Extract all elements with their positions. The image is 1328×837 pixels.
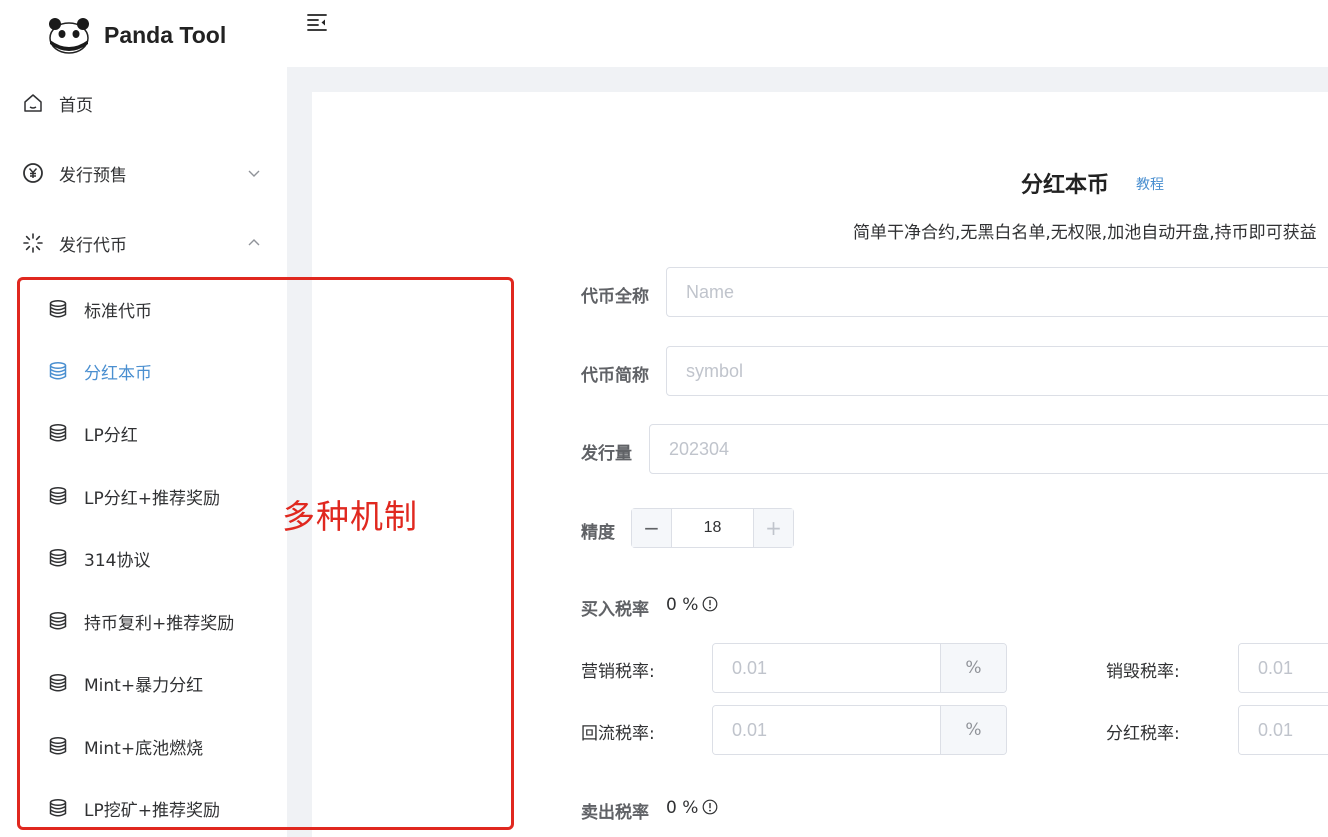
chevron-up-icon — [248, 239, 260, 246]
supply-input[interactable] — [649, 424, 1328, 474]
buy-tax-label: 买入税率 — [581, 600, 649, 620]
database-icon — [49, 798, 67, 817]
yen-coin-icon — [23, 163, 43, 183]
precision-increment-button[interactable]: + — [753, 509, 793, 547]
precision-input[interactable] — [672, 509, 753, 547]
submenu-label: LP分红+推荐奖励 — [84, 488, 220, 509]
supply-label: 发行量 — [581, 444, 632, 464]
submenu-label: 持币复利+推荐奖励 — [84, 613, 235, 634]
sell-tax-value: 0 % — [666, 798, 699, 818]
submenu-label: 314协议 — [84, 550, 151, 571]
app-root: Panda Tool 首页 发行预售 发行代币 标准代币 分红本币 LP分红 L… — [0, 0, 1328, 837]
menu-item-presale[interactable]: 发行预售 — [0, 145, 287, 201]
menu-label-presale: 发行预售 — [59, 165, 127, 186]
reflow-tax-input[interactable] — [713, 706, 940, 754]
precision-decrement-button[interactable]: − — [632, 509, 672, 547]
chevron-down-icon — [248, 170, 260, 177]
submenu-item-lp-dividend-referral[interactable]: LP分红+推荐奖励 — [0, 470, 287, 522]
database-icon — [49, 673, 67, 692]
submenu-label: 标准代币 — [84, 301, 152, 322]
submenu-item-mint-burn[interactable]: Mint+底池燃烧 — [0, 720, 287, 772]
menu-label-home: 首页 — [59, 95, 93, 116]
brand-name: Panda Tool — [104, 21, 227, 48]
marketing-tax-group: % — [712, 643, 1007, 693]
reflow-tax-label: 回流税率: — [581, 724, 655, 744]
database-icon — [49, 299, 67, 318]
menu-label-issue-token: 发行代币 — [59, 235, 127, 256]
database-icon — [49, 736, 67, 755]
submenu-item-lp-dividend[interactable]: LP分红 — [0, 407, 287, 459]
annotation-text: 多种机制 — [282, 497, 418, 536]
percent-suffix: % — [940, 706, 1006, 754]
submenu-label: 分红本币 — [84, 363, 152, 384]
menu-fold-icon[interactable] — [306, 11, 328, 33]
burn-tax-group — [1238, 643, 1328, 693]
database-icon — [49, 361, 67, 380]
home-icon — [24, 94, 42, 112]
submenu-label: LP挖矿+推荐奖励 — [84, 800, 220, 821]
submenu-item-standard-token[interactable]: 标准代币 — [0, 283, 287, 335]
token-symbol-label: 代币简称 — [581, 366, 649, 386]
token-name-label: 代币全称 — [581, 287, 649, 307]
menu-item-home[interactable]: 首页 — [0, 75, 287, 131]
percent-suffix: % — [940, 644, 1006, 692]
database-icon — [49, 548, 67, 567]
info-icon[interactable] — [702, 596, 718, 612]
submenu-label: Mint+底池燃烧 — [84, 738, 204, 759]
dividend-tax-group — [1238, 705, 1328, 755]
submenu-item-314-protocol[interactable]: 314协议 — [0, 532, 287, 584]
submenu-item-lp-mining-referral[interactable]: LP挖矿+推荐奖励 — [0, 782, 287, 834]
dividend-tax-label: 分红税率: — [1106, 724, 1180, 744]
brand[interactable]: Panda Tool — [48, 12, 226, 58]
submenu-item-dividend-token[interactable]: 分红本币 — [0, 345, 287, 397]
sell-tax-label: 卖出税率 — [581, 803, 649, 823]
token-name-input[interactable] — [666, 267, 1328, 317]
submenu-item-compound-referral[interactable]: 持币复利+推荐奖励 — [0, 595, 287, 647]
precision-label: 精度 — [581, 523, 615, 543]
buy-tax-value: 0 % — [666, 595, 699, 615]
reflow-tax-group: % — [712, 705, 1007, 755]
precision-stepper: − + — [631, 508, 794, 548]
submenu-label: LP分红 — [84, 425, 138, 446]
database-icon — [49, 423, 67, 442]
loading-spinner-icon — [23, 233, 43, 253]
page-description: 简单干净合约,无黑白名单,无权限,加池自动开盘,持币即可获益 — [853, 223, 1317, 243]
database-icon — [49, 486, 67, 505]
page-title: 分红本币 — [1021, 173, 1110, 198]
burn-tax-input[interactable] — [1239, 644, 1328, 692]
token-symbol-input[interactable] — [666, 346, 1328, 396]
submenu-label: Mint+暴力分红 — [84, 675, 204, 696]
tutorial-link[interactable]: 教程 — [1136, 174, 1164, 194]
marketing-tax-input[interactable] — [713, 644, 940, 692]
info-icon[interactable] — [702, 799, 718, 815]
submenu-item-mint-dividend[interactable]: Mint+暴力分红 — [0, 657, 287, 709]
panda-logo-icon — [49, 18, 89, 54]
burn-tax-label: 销毁税率: — [1106, 662, 1180, 682]
dividend-tax-input[interactable] — [1239, 706, 1328, 754]
marketing-tax-label: 营销税率: — [581, 662, 655, 682]
database-icon — [49, 611, 67, 630]
menu-item-issue-token[interactable]: 发行代币 — [0, 215, 287, 271]
sidebar: Panda Tool 首页 发行预售 发行代币 标准代币 分红本币 LP分红 L… — [0, 0, 287, 837]
